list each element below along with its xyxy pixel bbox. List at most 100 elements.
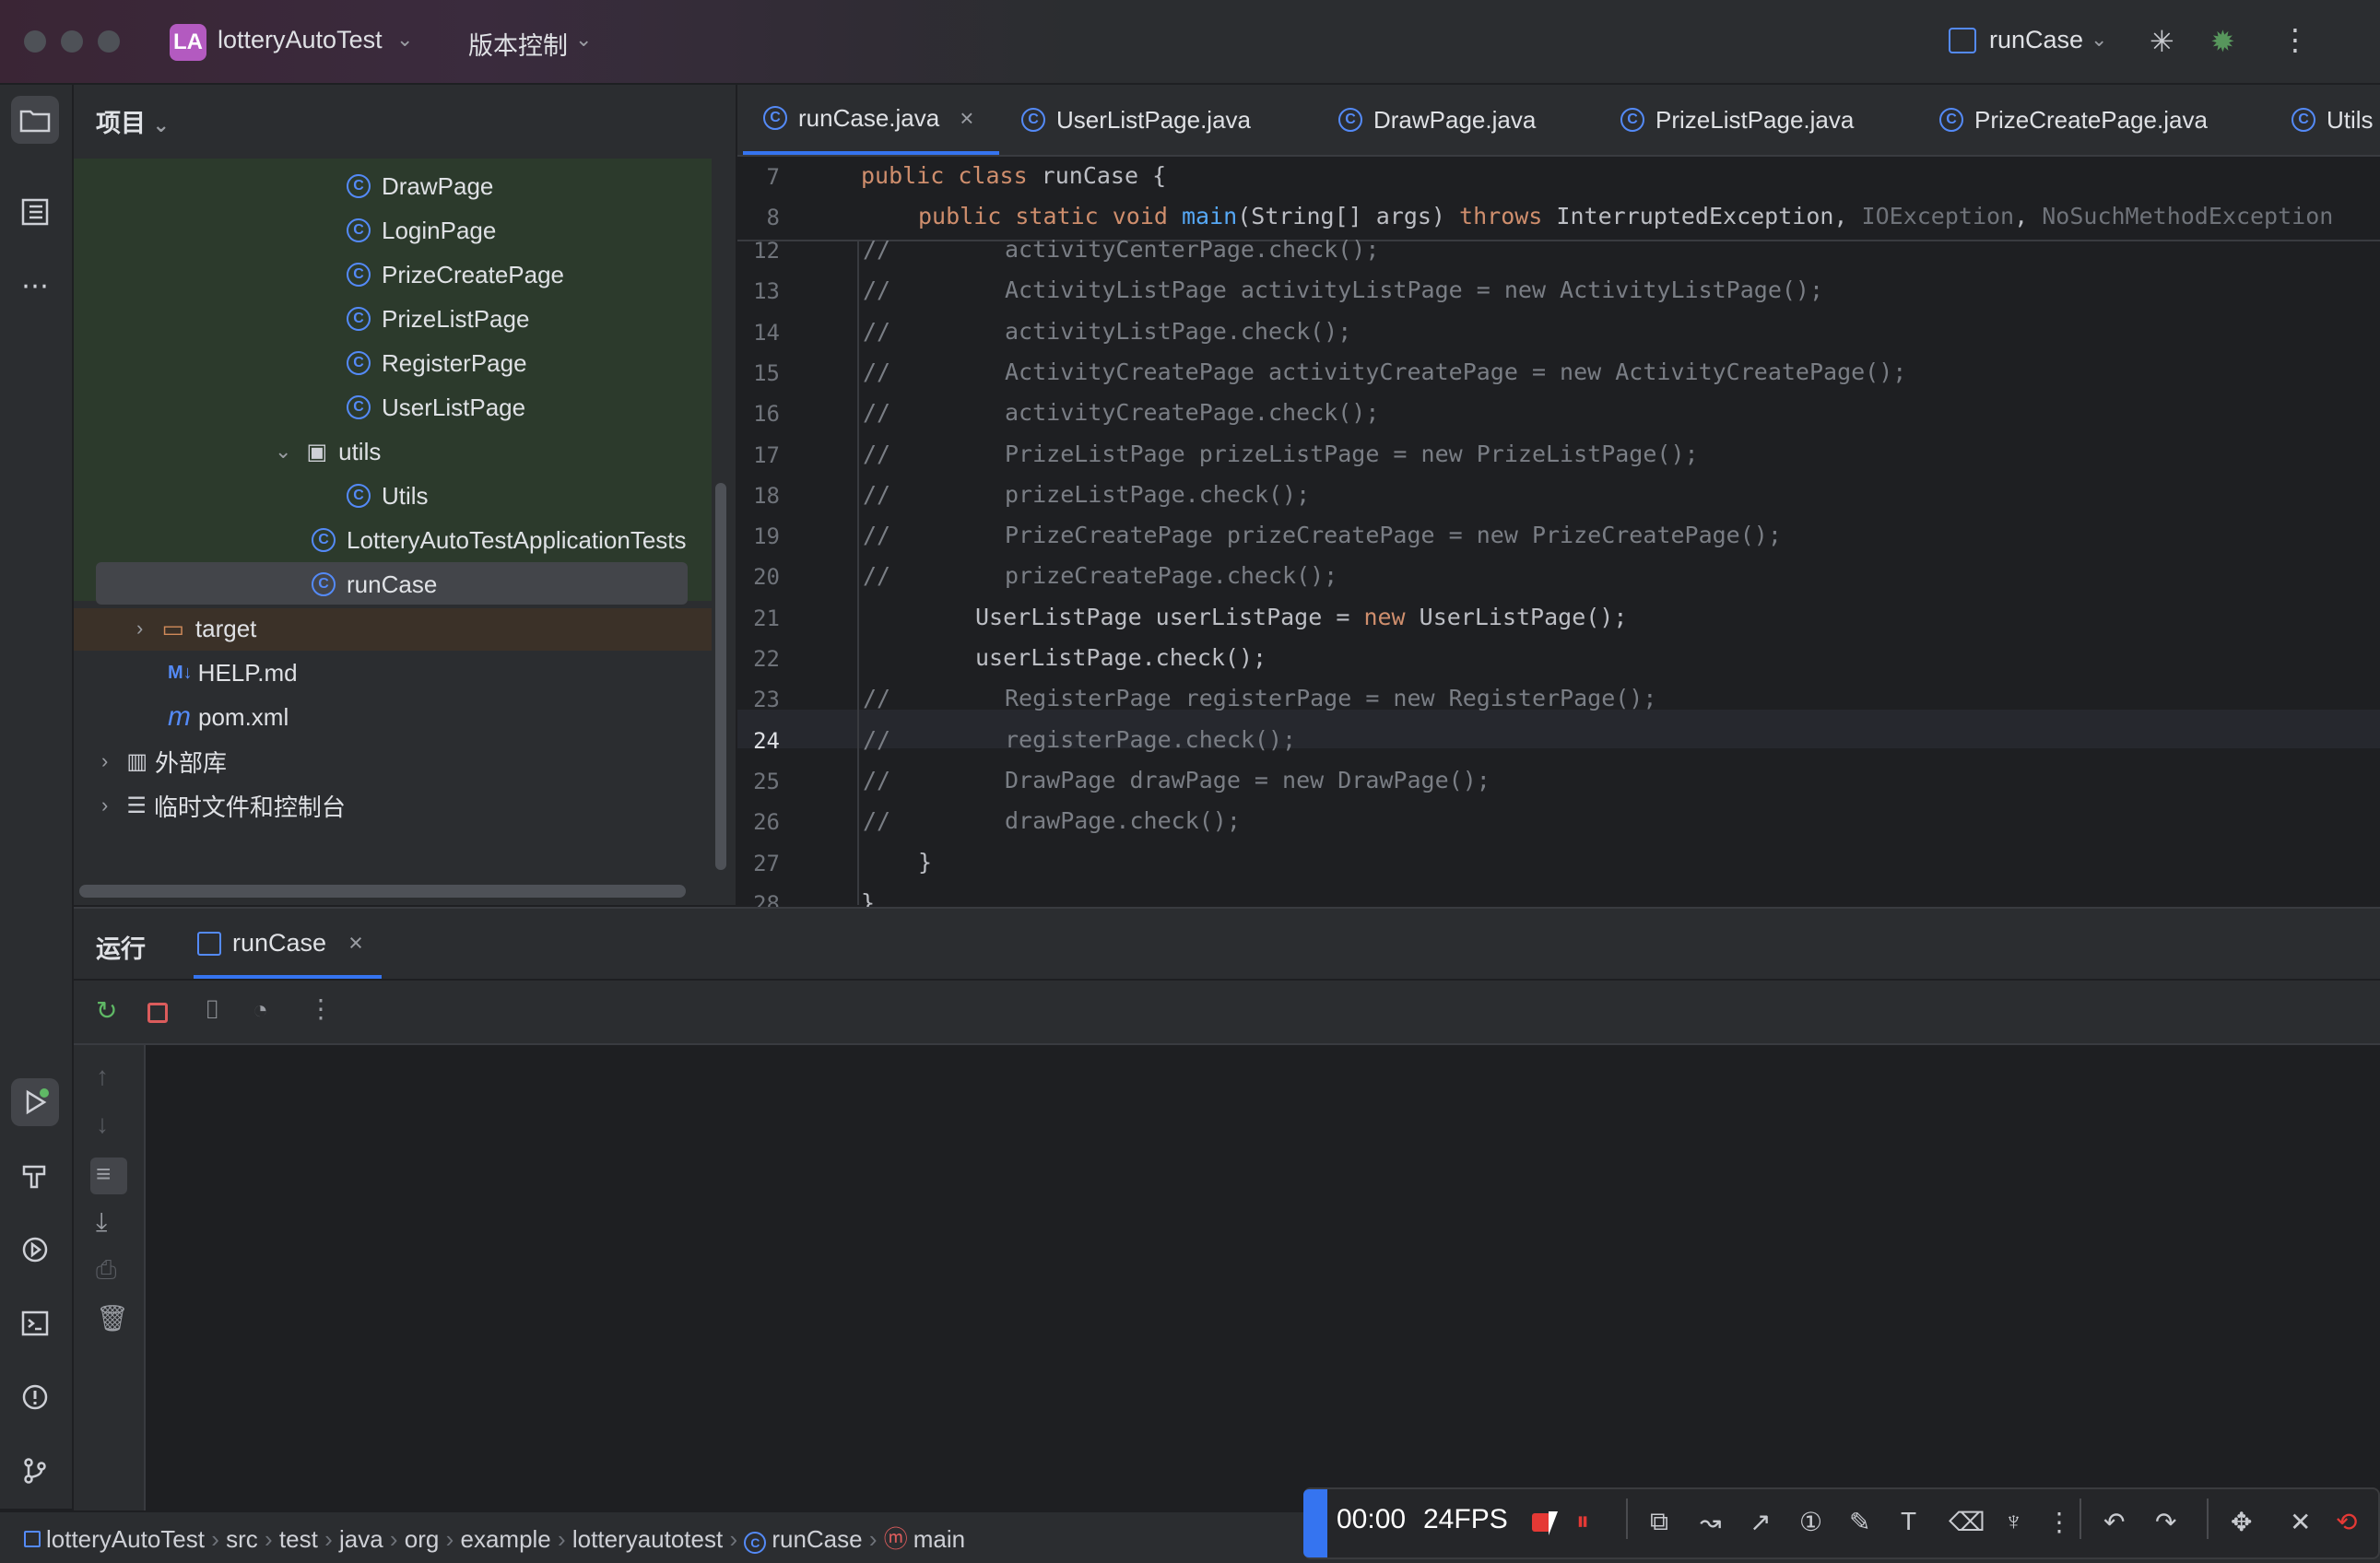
- vertical-scrollbar[interactable]: [715, 483, 726, 870]
- chevron-down-icon[interactable]: ⌄: [2091, 28, 2107, 52]
- restart-recording-icon[interactable]: ⟲: [2336, 1507, 2357, 1537]
- text-tool-icon[interactable]: T: [1901, 1507, 1916, 1536]
- debug-icon[interactable]: ✹: [2210, 24, 2235, 59]
- close-icon[interactable]: ✕: [2290, 1507, 2311, 1537]
- run-tab-runcase[interactable]: runCase ×: [197, 929, 363, 958]
- sticky-line-8[interactable]: public static void main(String[] args) t…: [918, 203, 2333, 229]
- scroll-to-end-icon[interactable]: ⤓: [96, 1207, 107, 1238]
- code-line-21[interactable]: UserListPage userListPage = new UserList…: [975, 604, 1627, 630]
- print-icon[interactable]: ⎙: [96, 1255, 116, 1286]
- tree-item-lotteryautotestapplicationtests[interactable]: C LotteryAutoTestApplicationTests: [312, 518, 687, 562]
- profiler-icon[interactable]: ◔: [253, 995, 268, 1025]
- tab-utils[interactable]: C Utils: [2292, 85, 2374, 155]
- tree-item-drawpage[interactable]: C DrawPage: [347, 164, 493, 208]
- chevron-right-icon[interactable]: ›: [101, 793, 108, 817]
- code-line-16[interactable]: activityCreatePage.check();: [1005, 399, 1379, 426]
- undo-icon[interactable]: ↶: [2103, 1507, 2125, 1537]
- code-line-20[interactable]: prizeCreatePage.check();: [1005, 562, 1337, 589]
- code-line-26[interactable]: drawPage.check();: [1005, 807, 1241, 834]
- breadcrumb-item[interactable]: main: [913, 1525, 965, 1553]
- rerun-icon[interactable]: ↻: [96, 995, 117, 1026]
- recorder-drag-handle[interactable]: [1303, 1489, 1327, 1557]
- breadcrumb-item[interactable]: org: [405, 1525, 440, 1553]
- build-icon[interactable]: [11, 1152, 59, 1200]
- minimize-window-button[interactable]: [61, 30, 83, 53]
- chevron-right-icon[interactable]: ›: [136, 617, 143, 640]
- tab-userlistpage-java[interactable]: C UserListPage.java: [1021, 85, 1251, 155]
- git-icon[interactable]: [11, 1447, 59, 1495]
- trash-icon[interactable]: 🗑: [96, 1303, 129, 1334]
- breadcrumb-item[interactable]: runCase: [772, 1525, 862, 1553]
- pause-recording-icon[interactable]: ⏸: [1576, 1507, 1589, 1537]
- tree-item-loginpage[interactable]: C LoginPage: [347, 208, 496, 253]
- tree-item-registerpage[interactable]: C RegisterPage: [347, 341, 527, 385]
- tree-item-prizecreatepage[interactable]: C PrizeCreatePage: [347, 253, 564, 297]
- tab-drawpage-java[interactable]: C DrawPage.java: [1338, 85, 1536, 155]
- tree-item-scratches[interactable]: › ☰ 临时文件和控制台: [101, 783, 346, 828]
- code-line-25[interactable]: DrawPage drawPage = new DrawPage();: [1005, 767, 1490, 793]
- vcs-menu[interactable]: 版本控制: [468, 26, 568, 62]
- code-line-14[interactable]: activityListPage.check();: [1005, 318, 1351, 345]
- chevron-right-icon[interactable]: ›: [101, 749, 108, 773]
- arrow-up-icon[interactable]: ↑: [96, 1062, 109, 1091]
- stop-recording-button[interactable]: [1532, 1513, 1550, 1532]
- pen-icon[interactable]: ✎: [1849, 1507, 1870, 1537]
- breadcrumb-item[interactable]: example: [460, 1525, 550, 1553]
- folder-icon[interactable]: [11, 96, 59, 144]
- code-line-12[interactable]: activityCenterPage.check();: [1005, 236, 1379, 263]
- breadcrumb-item[interactable]: java: [339, 1525, 383, 1553]
- breadcrumb-item[interactable]: lotteryAutoTest: [46, 1525, 205, 1553]
- services-icon[interactable]: [11, 1226, 59, 1274]
- chevron-down-icon[interactable]: ⌄: [575, 28, 592, 52]
- code-line-27[interactable]: }: [918, 849, 932, 876]
- move-icon[interactable]: ✥: [2231, 1507, 2252, 1537]
- breadcrumb-item[interactable]: src: [226, 1525, 258, 1553]
- tree-item-utils-package[interactable]: ⌄ ▣ utils: [275, 429, 381, 474]
- code-line-24[interactable]: registerPage.check();: [1005, 726, 1296, 753]
- chevron-down-icon[interactable]: ⌄: [275, 440, 291, 464]
- arrow-down-icon[interactable]: ↓: [96, 1110, 109, 1139]
- zoom-window-button[interactable]: [98, 30, 120, 53]
- tree-item-pom-xml[interactable]: m pom.xml: [168, 695, 289, 739]
- camera-icon[interactable]: ⌷: [205, 995, 220, 1026]
- code-line-18[interactable]: prizeListPage.check();: [1005, 481, 1310, 508]
- shapes-icon[interactable]: ⧉: [1650, 1507, 1668, 1537]
- code-line-13[interactable]: ActivityListPage activityListPage = new …: [1005, 276, 1823, 303]
- tree-item-help-md[interactable]: M↓ HELP.md: [168, 651, 298, 695]
- eraser-icon[interactable]: ⌫: [1949, 1507, 1985, 1537]
- tab-prizecreatepage-java[interactable]: C PrizeCreatePage.java: [1939, 85, 2208, 155]
- sticky-line-7[interactable]: public class runCase {: [861, 162, 1166, 189]
- number-marker-icon[interactable]: ①: [1799, 1507, 1822, 1537]
- more-options-icon[interactable]: ⋮: [308, 993, 334, 1024]
- run-icon[interactable]: [11, 1078, 59, 1126]
- more-options-icon[interactable]: ⋮: [2280, 22, 2310, 57]
- horizontal-scrollbar[interactable]: [79, 885, 686, 898]
- close-icon[interactable]: ×: [348, 929, 363, 958]
- breadcrumb-item[interactable]: lotteryautotest: [572, 1525, 723, 1553]
- code-line-17[interactable]: PrizeListPage prizeListPage = new PrizeL…: [1005, 441, 1699, 467]
- code-line-15[interactable]: ActivityCreatePage activityCreatePage = …: [1005, 358, 1906, 385]
- close-icon[interactable]: ×: [960, 104, 973, 133]
- terminal-icon[interactable]: [11, 1299, 59, 1347]
- close-window-button[interactable]: [24, 30, 46, 53]
- arrow-icon[interactable]: ↗: [1750, 1507, 1771, 1537]
- project-panel-title[interactable]: 项目 ⌄: [96, 103, 170, 139]
- chevron-down-icon[interactable]: ⌄: [396, 28, 413, 52]
- tree-item-prizelistpage[interactable]: C PrizeListPage: [347, 297, 529, 341]
- tree-item-runcase[interactable]: CrunCase: [312, 562, 437, 606]
- redo-icon[interactable]: ↷: [2155, 1507, 2176, 1537]
- spotlight-icon[interactable]: ♆: [2004, 1507, 2023, 1536]
- tab-prizelistpage-java[interactable]: C PrizeListPage.java: [1620, 85, 1854, 155]
- run-config-selector[interactable]: runCase: [1989, 26, 2083, 54]
- tree-item-target[interactable]: › ▭ target: [136, 606, 256, 651]
- problems-icon[interactable]: [11, 1373, 59, 1421]
- tree-item-external-libraries[interactable]: › ▥ 外部库: [101, 739, 227, 783]
- tree-item-userlistpage[interactable]: C UserListPage: [347, 385, 525, 429]
- console-output[interactable]: [146, 1045, 2380, 1510]
- more-options-icon[interactable]: ⋮: [2046, 1507, 2072, 1537]
- structure-icon[interactable]: [11, 188, 59, 236]
- path-icon[interactable]: ↝: [1700, 1507, 1721, 1537]
- project-badge[interactable]: LA: [170, 24, 206, 61]
- tab-runcase-java[interactable]: CrunCase.java ×: [743, 85, 999, 155]
- code-line-22[interactable]: userListPage.check();: [975, 644, 1267, 671]
